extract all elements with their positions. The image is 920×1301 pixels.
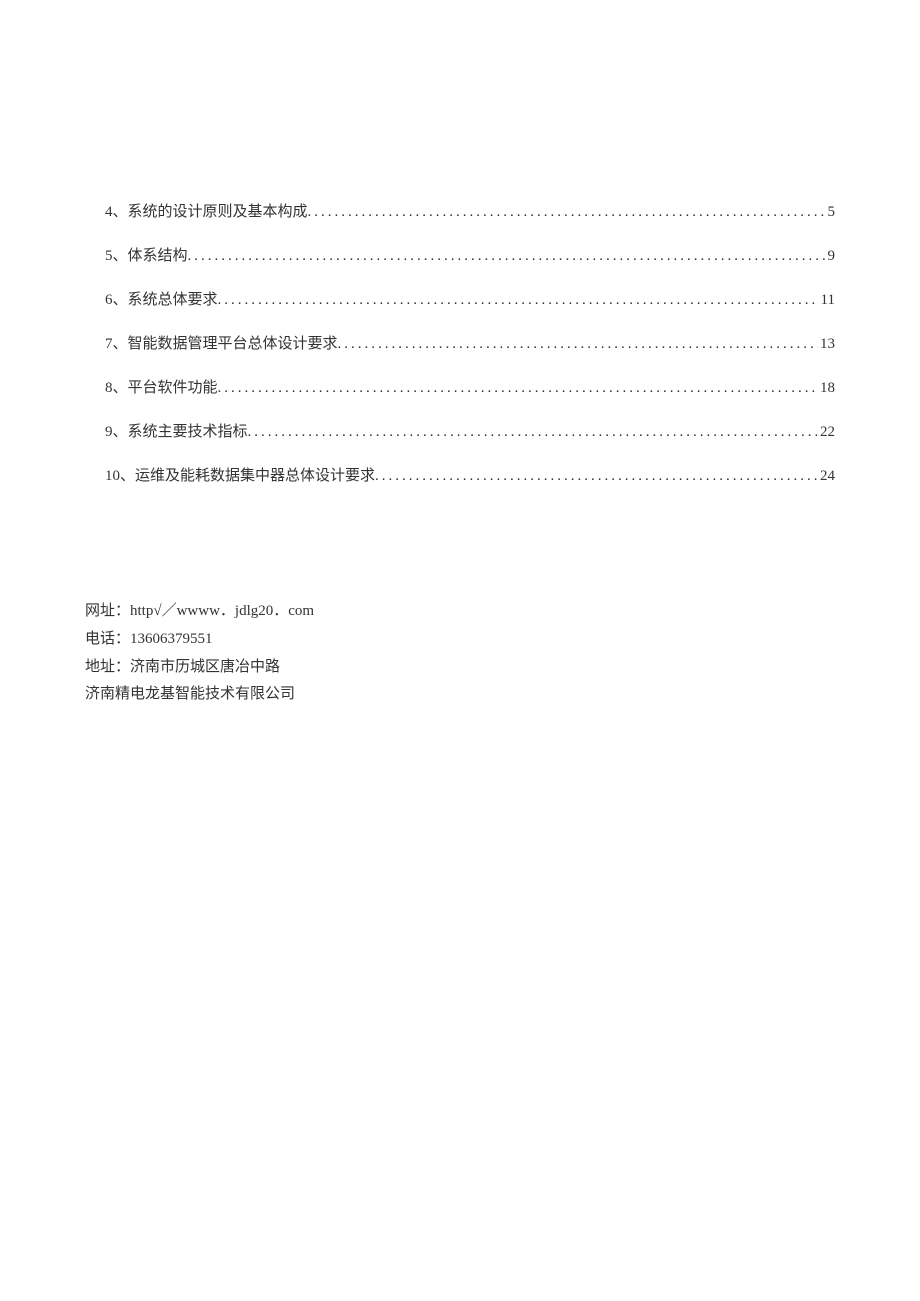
toc-entry-title: 10、运维及能耗数据集中器总体设计要求: [105, 464, 375, 488]
contact-address-value: 济南市历城区唐冶中路: [130, 659, 280, 675]
contact-url-value: http√／wwww．jdlg20．com: [130, 603, 314, 619]
toc-entry-title: 7、智能数据管理平台总体设计要求: [105, 332, 338, 356]
toc-entry: 8、平台软件功能 18: [85, 376, 835, 400]
toc-entry: 7、智能数据管理平台总体设计要求 13: [85, 332, 835, 356]
toc-entry-page: 22: [818, 420, 835, 444]
toc-entry-page: 5: [826, 200, 836, 224]
toc-entry-page: 11: [819, 288, 835, 312]
toc-entry-title: 4、系统的设计原则及基本构成: [105, 200, 308, 224]
toc-leader-dots: [218, 376, 818, 400]
toc-entry-title: 5、体系结构: [105, 244, 188, 268]
contact-address: 地址：济南市历城区唐冶中路: [85, 654, 835, 682]
contact-phone-label: 电话：: [85, 631, 130, 647]
toc-leader-dots: [338, 332, 818, 356]
toc-entry: 6、系统总体要求 11: [85, 288, 835, 312]
toc-entry: 10、运维及能耗数据集中器总体设计要求 24: [85, 464, 835, 488]
contact-block: 网址：http√／wwww．jdlg20．com 电话：13606379551 …: [85, 598, 835, 709]
toc-leader-dots: [188, 244, 826, 268]
toc-leader-dots: [375, 464, 818, 488]
table-of-contents: 4、系统的设计原则及基本构成 5 5、体系结构 9 6、系统总体要求 11 7、智能数据管理…: [85, 200, 835, 488]
contact-url-label: 网址：: [85, 603, 130, 619]
contact-phone-value: 13606379551: [130, 631, 213, 647]
document-page: 4、系统的设计原则及基本构成 5 5、体系结构 9 6、系统总体要求 11 7、智能数据管理…: [0, 0, 920, 709]
toc-entry: 4、系统的设计原则及基本构成 5: [85, 200, 835, 224]
toc-entry-page: 13: [818, 332, 835, 356]
contact-company: 济南精电龙基智能技术有限公司: [85, 681, 835, 709]
toc-leader-dots: [308, 200, 826, 224]
toc-entry-page: 9: [826, 244, 836, 268]
contact-phone: 电话：13606379551: [85, 626, 835, 654]
toc-entry-title: 6、系统总体要求: [105, 288, 218, 312]
toc-entry-title: 9、系统主要技术指标: [105, 420, 248, 444]
toc-leader-dots: [218, 288, 819, 312]
toc-entry: 9、系统主要技术指标 22: [85, 420, 835, 444]
contact-address-label: 地址：: [85, 659, 130, 675]
toc-entry-page: 18: [818, 376, 835, 400]
toc-entry: 5、体系结构 9: [85, 244, 835, 268]
toc-entry-page: 24: [818, 464, 835, 488]
contact-url: 网址：http√／wwww．jdlg20．com: [85, 598, 835, 626]
toc-entry-title: 8、平台软件功能: [105, 376, 218, 400]
toc-leader-dots: [248, 420, 818, 444]
